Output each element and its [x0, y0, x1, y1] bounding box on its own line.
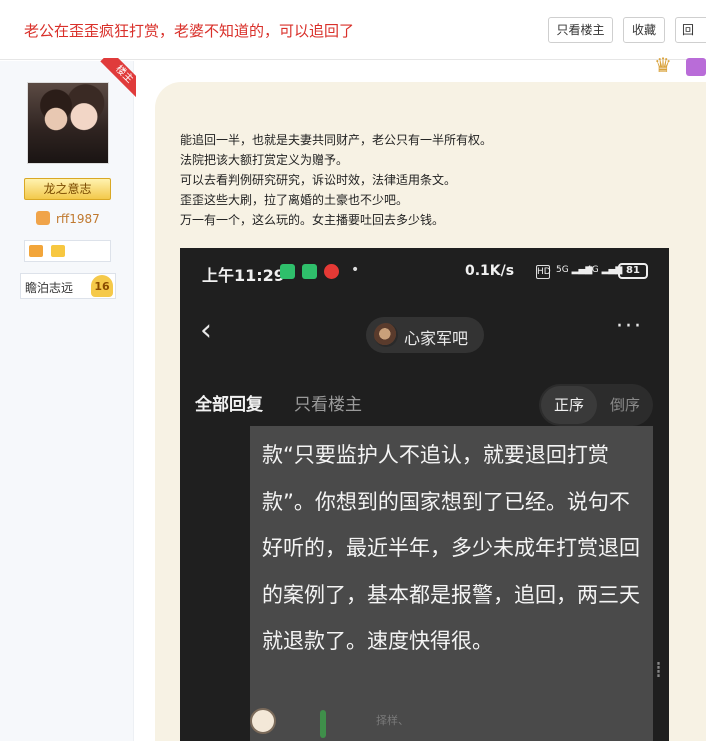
owner-badge: 楼主	[96, 58, 136, 98]
phone-navbar: ‹ 心家军吧 ···	[180, 310, 669, 360]
crown-badges: ♛	[650, 52, 706, 80]
sort-ascending-button[interactable]: 正序	[541, 386, 597, 424]
post-line: 法院把该大额打赏定义为赠予。	[180, 153, 349, 167]
sticker-caption: 择样、	[376, 714, 409, 727]
phone-status-bar: 上午11:29 • 0.1K/s HD 5G ▂▄▆ 4G ▂▄▆ 81	[180, 248, 669, 298]
post-line: 能追回一半，也就是夫妻共同财产，老公只有一半所有权。	[180, 133, 493, 147]
thread-title: 老公在歪歪疯狂打赏，老婆不知道的，可以追回了	[24, 22, 355, 40]
tab-all-replies[interactable]: 全部回复	[195, 390, 263, 415]
reply-button[interactable]: 回	[675, 17, 706, 43]
signal-5g-label: 5G	[556, 265, 569, 275]
notification-dot-icon: •	[351, 262, 360, 278]
favorite-button[interactable]: 收藏	[623, 17, 665, 43]
status-time: 上午11:29	[202, 266, 285, 285]
scroll-marker-icon: ⁞	[655, 658, 662, 683]
post-line: 歪歪这些大刷，拉了离婚的土豪也不少吧。	[180, 193, 409, 207]
thread-header: 老公在歪歪疯狂打赏，老婆不知道的，可以追回了 只看楼主 收藏 回	[0, 0, 706, 60]
network-speed: 0.1K/s	[465, 263, 515, 279]
reply-button-label: 回	[682, 23, 695, 37]
user-icon	[36, 211, 50, 225]
signal-4g: 4G ▂▄▆	[586, 265, 623, 275]
shield-icon	[280, 264, 295, 279]
rank-title: 瞻泊志远	[25, 281, 74, 295]
reply-tabs: 全部回复 只看楼主 正序 倒序	[180, 378, 669, 426]
forum-thread-page: 老公在歪歪疯狂打赏，老婆不知道的，可以追回了 只看楼主 收藏 回 楼主 龙之意志…	[0, 0, 706, 741]
forum-name: 心家军吧	[404, 329, 469, 348]
phone-screenshot: 上午11:29 • 0.1K/s HD 5G ▂▄▆ 4G ▂▄▆ 81 ‹ 心…	[180, 248, 669, 741]
forum-title-pill[interactable]: 心家军吧	[366, 317, 484, 353]
post-body: 能追回一半，也就是夫妻共同财产，老公只有一半所有权。 法院把该大额打赏定义为赠予…	[180, 130, 492, 230]
hd-badge: HD	[536, 265, 551, 279]
reply-card: 款“只要监护人不追认，就要退回打赏款”。你想到的国家想到了已经。说句不好听的，最…	[250, 426, 653, 741]
signal-4g-label: 4G	[586, 265, 599, 275]
sticker-face-icon	[250, 708, 276, 734]
sticker-plant-icon	[320, 710, 326, 738]
reply-text: 款“只要监护人不追认，就要退回打赏款”。你想到的国家想到了已经。说句不好听的，最…	[262, 443, 640, 653]
owner-badge-label: 楼主	[100, 58, 136, 98]
rank-level-badge: 16	[91, 275, 113, 297]
back-arrow-icon[interactable]: ‹	[200, 316, 212, 346]
game-medal-icon[interactable]	[29, 245, 43, 257]
weibo-icon	[324, 264, 339, 279]
more-options-icon[interactable]: ···	[616, 314, 643, 339]
crown-icon: ♛	[654, 53, 672, 77]
rank-box[interactable]: 瞻泊志远 16	[20, 273, 116, 299]
medal-box	[24, 240, 111, 262]
level-tag[interactable]: 龙之意志	[24, 178, 111, 200]
tab-only-owner[interactable]: 只看楼主	[294, 390, 362, 415]
post-line: 可以去看判例研究研究，诉讼时效，法律适用条文。	[180, 173, 457, 187]
post-line: 万一有一个，这么玩的。女主播要吐回去多少钱。	[180, 213, 445, 227]
forum-avatar	[374, 323, 398, 347]
honor-medal-icon[interactable]	[51, 245, 65, 257]
username: rff1987	[56, 212, 100, 226]
shield-icon	[302, 264, 317, 279]
only-owner-button[interactable]: 只看楼主	[548, 17, 613, 43]
sort-order-toggle: 正序 倒序	[539, 384, 653, 426]
username-row[interactable]: rff1987	[36, 211, 100, 226]
battery-indicator: 81	[618, 263, 648, 279]
sort-descending-button[interactable]: 倒序	[597, 386, 653, 424]
sticker-image	[250, 700, 340, 740]
purple-badge-icon	[686, 58, 706, 76]
